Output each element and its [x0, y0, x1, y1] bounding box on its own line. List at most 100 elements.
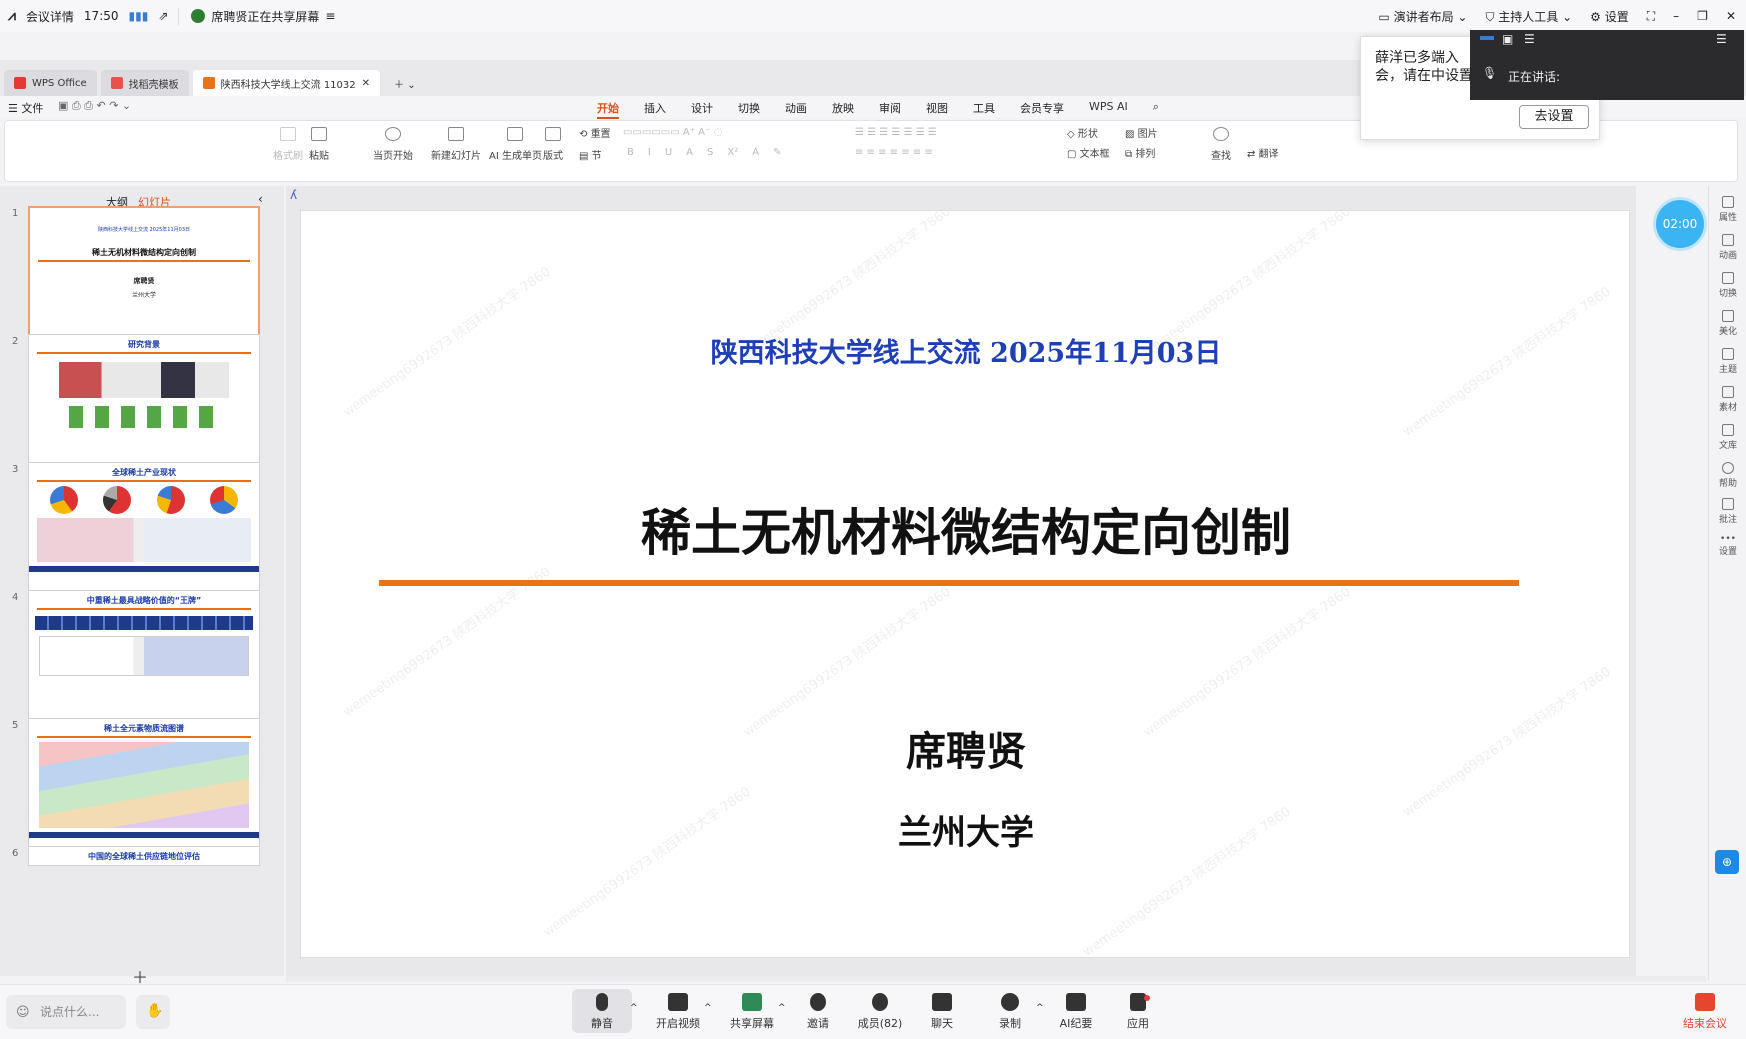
ribbon-tabs: 开始 插入 设计 切换 动画 放映 审阅 视图 工具 会员专享 WPS AI ⌕ — [597, 100, 1159, 119]
rail-theme[interactable]: 主题 — [1709, 348, 1746, 375]
layout-button[interactable]: ▭ 演讲者布局 ⌄ — [1378, 8, 1467, 25]
mute-button[interactable]: 静音 — [572, 989, 632, 1033]
share-options-icon[interactable]: ^ — [778, 1003, 786, 1013]
translate-button[interactable]: ⇄ 翻译 — [1247, 145, 1279, 160]
menu-icon[interactable]: ≡ — [325, 9, 335, 23]
comment-icon — [1722, 498, 1734, 510]
tab-tools[interactable]: 工具 — [973, 100, 995, 119]
font-controls[interactable]: ▭▭▭▭▭▭ A⁺ A⁻ ◌ — [623, 127, 722, 138]
fullscreen-icon[interactable]: ⛶ — [1647, 9, 1655, 24]
raise-hand-button[interactable]: ✋ — [136, 995, 170, 1029]
reset-button[interactable]: ⟲ 重置 — [579, 125, 611, 140]
rail-animation[interactable]: 动画 — [1709, 234, 1746, 261]
font-style-controls[interactable]: B I U A S X² A ✎ — [627, 147, 781, 158]
new-tab-button[interactable]: ＋ ⌄ — [384, 70, 426, 96]
tab-wps-office[interactable]: WPS Office — [4, 70, 97, 96]
window-icon[interactable]: ▣ — [1502, 32, 1513, 46]
slide-thumbnail-4[interactable]: 中重稀土最具战略价值的“王牌” — [28, 590, 260, 720]
paragraph-controls[interactable]: ☰ ☰ ☰ ☰ ☰ ☰ ☰ — [855, 127, 937, 138]
exit-icon — [1695, 993, 1715, 1011]
ai-summary-button[interactable]: AI纪要 — [1046, 993, 1106, 1031]
minimize-icon[interactable]: – — [1673, 9, 1679, 23]
video-options-icon[interactable]: ^ — [704, 1003, 712, 1013]
rail-settings[interactable]: ••• 设置 — [1709, 534, 1746, 557]
emoji-icon[interactable]: ☺ — [16, 1005, 30, 1020]
start-video-button[interactable]: 开启视频 — [648, 993, 708, 1031]
rail-transition[interactable]: 切换 — [1709, 272, 1746, 299]
chat-button[interactable]: 聊天 — [912, 993, 972, 1031]
format-painter-button[interactable]: 格式刷 — [273, 127, 303, 162]
layout-dropdown[interactable]: 版式 — [543, 127, 563, 162]
tab-transition[interactable]: 切换 — [738, 100, 760, 119]
slide-thumbnail-6[interactable]: 中国的全球稀土供应链地位评估 — [28, 846, 260, 866]
current-slide[interactable]: wemeeting6992673 陕西科技大学 7860 wemeeting69… — [300, 210, 1630, 958]
tab-insert[interactable]: 插入 — [644, 100, 666, 119]
play-from-current-button[interactable]: 当页开始 — [373, 127, 413, 162]
quick-access-icons[interactable]: ▣ ⎙ ⎙ ↶ ↷ ⌄ — [58, 99, 131, 113]
external-link-icon[interactable]: ⇗ — [158, 9, 168, 23]
settings-label: 设置 — [1604, 9, 1629, 24]
meeting-details-button[interactable]: 会议详情 — [26, 8, 74, 25]
slide-thumbnail-5[interactable]: 稀土全元素物质流图谱 — [28, 718, 260, 848]
rail-comment[interactable]: 批注 — [1709, 498, 1746, 525]
settings-button[interactable]: ⚙ 设置 — [1590, 8, 1629, 25]
help-icon — [1722, 462, 1734, 474]
align-controls[interactable]: ≡ ≡ ≡ ≡ ≡ ≡ ≡ — [855, 147, 933, 158]
find-button[interactable]: 查找 — [1211, 127, 1231, 162]
file-menu[interactable]: ☰ 文件 — [8, 100, 43, 116]
tab-member[interactable]: 会员专享 — [1020, 100, 1064, 119]
sharing-status[interactable]: 席聘贤正在共享屏幕 ≡ — [178, 7, 335, 25]
tab-design[interactable]: 设计 — [691, 100, 713, 119]
tab-home[interactable]: 开始 — [597, 100, 619, 119]
arrange-button[interactable]: ⧉ 排列 — [1125, 145, 1155, 160]
tab-animation[interactable]: 动画 — [785, 100, 807, 119]
record-button[interactable]: 录制 — [980, 993, 1040, 1031]
mute-options-icon[interactable]: ^ — [630, 1003, 638, 1013]
thumb-subtitle: 陕西科技大学线上交流 2025年11月03日 — [97, 227, 191, 233]
apps-button[interactable]: 应用 — [1108, 993, 1168, 1031]
picture-button[interactable]: ▨ 图片 — [1125, 125, 1158, 140]
slide-thumbnail-1[interactable]: 陕西科技大学线上交流 2025年11月03日 稀土无机材料微结构定向创制 席聘贤… — [28, 206, 260, 336]
rail-beautify[interactable]: 美化 — [1709, 310, 1746, 337]
tab-view[interactable]: 视图 — [926, 100, 948, 119]
restore-icon[interactable]: ❐ — [1697, 9, 1708, 23]
rail-assets[interactable]: 素材 — [1709, 386, 1746, 413]
record-label: 录制 — [999, 1017, 1021, 1030]
end-meeting-button[interactable]: 结束会议 — [1670, 993, 1740, 1031]
collapse-panel-icon[interactable]: ‹ — [258, 192, 263, 206]
ai-summary-icon — [1066, 993, 1086, 1011]
countdown-timer[interactable]: 02:00 — [1656, 200, 1704, 248]
record-options-icon[interactable]: ^ — [1036, 1003, 1044, 1013]
slide-title: 稀土无机材料微结构定向创制 — [641, 504, 1291, 562]
slide-subtitle: 陕西科技大学线上交流 2025年11月03日 — [710, 338, 1222, 369]
close-tab-icon[interactable]: ✕ — [362, 78, 370, 89]
slide-thumbnail-3[interactable]: 全球稀土产业现状 — [28, 462, 260, 592]
ai-assistant-icon[interactable]: ʎ — [290, 188, 297, 202]
share-screen-button[interactable]: 共享屏幕 — [722, 993, 782, 1031]
host-tools-button[interactable]: ⛉ 主持人工具 ⌄ — [1485, 8, 1572, 25]
rail-properties[interactable]: 属性 — [1709, 196, 1746, 223]
rail-help[interactable]: 帮助 — [1709, 462, 1746, 489]
go-settings-button[interactable]: 去设置 — [1519, 105, 1589, 129]
slide-thumbnail-2[interactable]: 研究背景 — [28, 334, 260, 464]
tab-review[interactable]: 审阅 — [879, 100, 901, 119]
collapse-icon[interactable]: ☰ — [1716, 32, 1727, 46]
list-icon[interactable]: ☰ — [1524, 32, 1535, 46]
tab-wps-ai[interactable]: WPS AI — [1089, 100, 1128, 119]
tab-template[interactable]: 找稻壳模板 — [100, 70, 189, 96]
section-button[interactable]: ▤ 节 — [579, 147, 602, 162]
mini-view-icon[interactable] — [1480, 36, 1494, 40]
paste-button[interactable]: 粘贴 — [309, 127, 329, 162]
textbox-button[interactable]: ▢ 文本框 — [1067, 145, 1110, 160]
rail-library[interactable]: 文库 — [1709, 424, 1746, 451]
new-slide-button[interactable]: 新建幻灯片 — [431, 127, 481, 162]
tab-slideshow[interactable]: 放映 — [832, 100, 854, 119]
members-button[interactable]: 成员(82) — [850, 993, 910, 1031]
zoom-icon[interactable]: ⊕ — [1715, 850, 1739, 874]
search-icon[interactable]: ⌕ — [1153, 100, 1159, 119]
ai-single-page-button[interactable]: AI 生成单页 — [489, 127, 542, 162]
invite-button[interactable]: 邀请 — [788, 993, 848, 1031]
tab-presentation[interactable]: 陕西科技大学线上交流 11032 ✕ — [192, 70, 381, 96]
close-icon[interactable]: ✕ — [1726, 9, 1736, 23]
shapes-button[interactable]: ◇ 形状 — [1067, 125, 1098, 140]
